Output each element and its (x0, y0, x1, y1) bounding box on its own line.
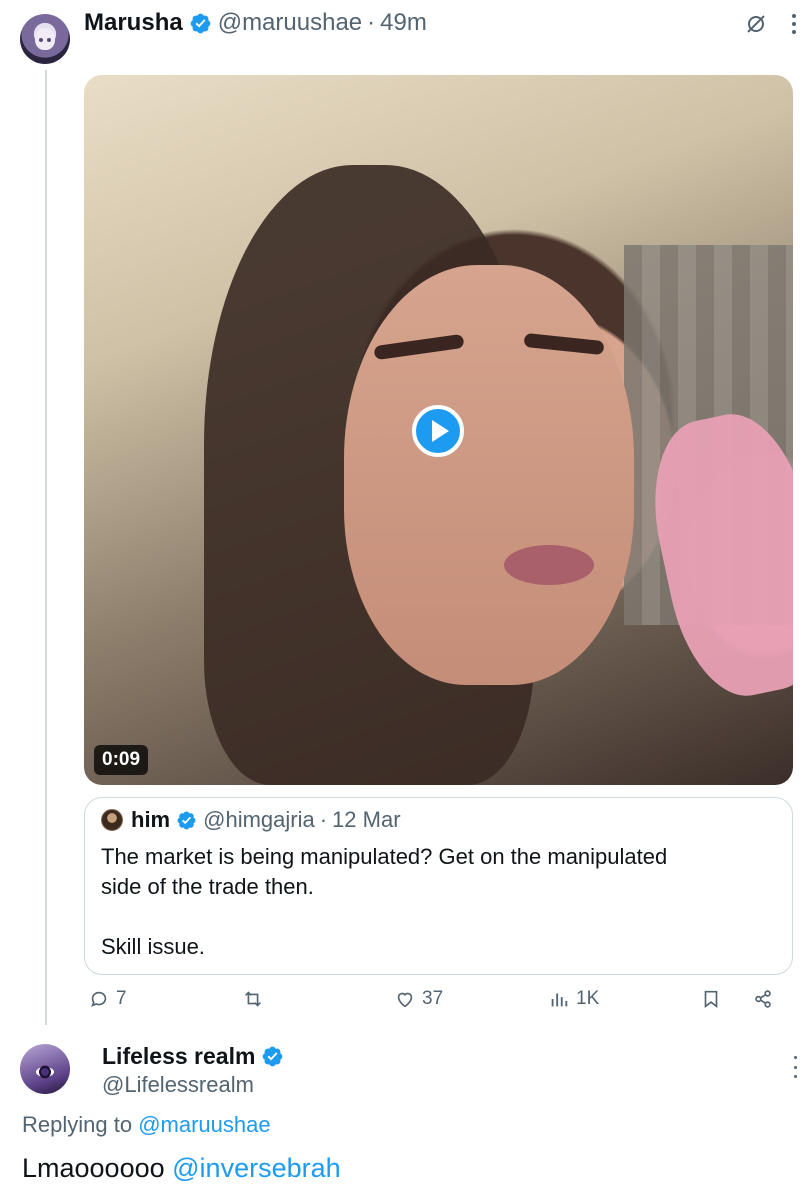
replying-to-line: Replying to @maruushae (22, 1112, 271, 1138)
replying-to-label: Replying to (22, 1112, 133, 1137)
bookmark-icon (704, 990, 718, 1008)
play-button-icon[interactable] (412, 405, 464, 457)
verified-badge-icon (177, 811, 196, 829)
like-count: 37 (422, 988, 444, 1009)
author-avatar[interactable] (20, 14, 70, 64)
repost-icon (245, 991, 261, 1007)
grok-icon[interactable] (744, 12, 768, 36)
like-button[interactable]: 37 (394, 988, 443, 1010)
author-name[interactable]: Marusha (84, 9, 183, 37)
quoted-tweet-header: him @himgajria · 12 Mar (101, 807, 401, 833)
reply-text: Lmaoooooo @inversebrah (22, 1153, 341, 1184)
thread-connector-line (45, 70, 47, 1025)
reply-button[interactable]: 7 (88, 988, 127, 1010)
reply-mention-link[interactable]: @inversebrah (172, 1153, 341, 1183)
quoted-author-name: him (131, 807, 171, 832)
views-chart-icon (551, 993, 568, 1007)
quoted-author-avatar (101, 809, 123, 831)
reply-author-avatar[interactable] (20, 1044, 70, 1094)
replying-to-handle[interactable]: @maruushae (138, 1112, 270, 1137)
video-duration: 0:09 (94, 745, 149, 775)
tweet-action-bar: 7 37 1K (0, 988, 811, 1016)
more-options-icon[interactable] (790, 1056, 800, 1078)
quoted-tweet-text: The market is being manipulated? Get on … (101, 844, 668, 959)
tweet-header: Marusha @maruushae · 49m (84, 8, 427, 38)
bookmark-button[interactable] (700, 988, 728, 1010)
avatar-eye (47, 38, 51, 42)
reply-count: 7 (116, 988, 127, 1009)
video-frame-detail (504, 545, 594, 585)
share-button[interactable] (752, 988, 780, 1010)
reply-header: Lifeless realm (102, 1042, 290, 1070)
verified-badge-icon[interactable] (189, 12, 212, 35)
avatar-eye (39, 38, 43, 42)
separator-dot: · (367, 9, 376, 36)
repost-button[interactable] (242, 988, 270, 1010)
views-count: 1K (576, 988, 600, 1009)
reply-author-name[interactable]: Lifeless realm (102, 1043, 255, 1070)
separator-dot: · (319, 807, 328, 832)
reply-icon (91, 991, 107, 1007)
verified-badge-icon[interactable] (261, 1045, 284, 1068)
tweet-time[interactable]: 49m (380, 9, 427, 37)
video-frame-detail (344, 265, 634, 685)
reply-author-handle[interactable]: @Lifelessrealm (102, 1072, 254, 1098)
avatar-eye (39, 1066, 51, 1078)
more-options-icon[interactable] (787, 10, 801, 38)
quoted-tweet-time: 12 Mar (332, 807, 401, 832)
share-icon (755, 990, 771, 1008)
video-player[interactable]: 0:09 (84, 75, 793, 785)
reply-text-body: Lmaoooooo (22, 1153, 165, 1183)
views-button[interactable]: 1K (548, 988, 599, 1010)
heart-icon (397, 992, 413, 1008)
quoted-tweet[interactable]: him @himgajria · 12 Mar The market is be… (84, 797, 793, 975)
avatar-face (35, 28, 55, 50)
quoted-author-handle: @himgajria (203, 807, 315, 832)
author-handle[interactable]: @maruushae (218, 9, 362, 37)
